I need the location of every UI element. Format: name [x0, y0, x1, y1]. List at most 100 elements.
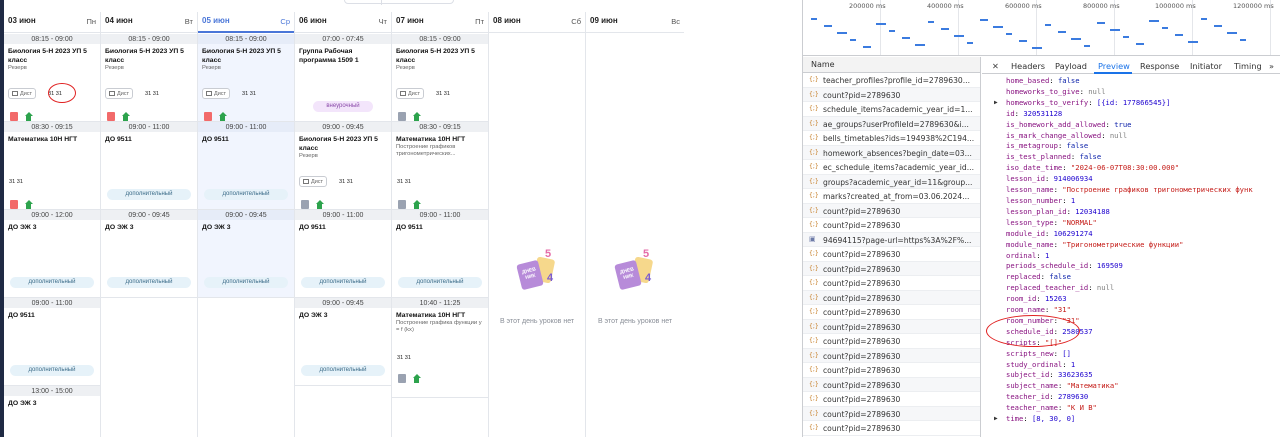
close-icon[interactable]: ✕ — [992, 61, 999, 71]
timeline-bar — [1045, 24, 1051, 26]
request-row[interactable]: ae_groups?userProfileId=2789630&i... — [803, 116, 980, 131]
home-icon[interactable] — [218, 112, 227, 121]
homework-icon[interactable] — [301, 200, 309, 209]
request-row[interactable]: count?pid=2789630 — [803, 247, 980, 262]
json-line: subject_name: "Математика" — [982, 381, 1280, 392]
more-tabs-icon[interactable]: » — [1269, 61, 1274, 71]
home-icon[interactable] — [24, 200, 33, 209]
lesson-card[interactable]: 09:00 - 09:45 ДО ЭЖ 3 дополнительный — [198, 210, 294, 298]
json-separator: : — [1036, 250, 1045, 260]
timeline-bar — [850, 39, 856, 41]
lesson-card[interactable]: 09:00 - 11:00 ДО 9511 дополнительный — [295, 210, 391, 298]
home-icon[interactable] — [412, 112, 421, 121]
request-row[interactable]: count?pid=2789630 — [803, 334, 980, 349]
request-row[interactable]: count?pid=2789630 — [803, 290, 980, 305]
lesson-card[interactable]: 08:15 - 09:00 Биология 5-Н 2023 УП 5 кла… — [392, 34, 488, 122]
request-row[interactable]: count?pid=2789630 — [803, 218, 980, 233]
json-key: module_name — [1006, 239, 1054, 249]
distance-badge[interactable]: Дист — [8, 88, 37, 99]
timeline-bar — [1110, 29, 1120, 31]
day-header[interactable]: 09 июн Вс — [586, 12, 684, 33]
day-header-selected[interactable]: 05 июн Ср — [198, 12, 294, 33]
homework-icon[interactable] — [398, 374, 406, 384]
tab-headers[interactable]: Headers — [1011, 61, 1045, 71]
request-row[interactable]: count?pid=2789630 — [803, 348, 980, 363]
tab-response[interactable]: Response — [1140, 61, 1179, 71]
day-header[interactable]: 03 июн Пн — [4, 12, 100, 33]
tab-payload[interactable]: Payload — [1055, 61, 1087, 71]
json-key: scripts_new — [1006, 348, 1054, 358]
request-row[interactable]: count?pid=2789630 — [803, 87, 980, 102]
homework-icon[interactable] — [10, 112, 18, 121]
active-tab-indicator — [1094, 72, 1132, 74]
distance-badge[interactable]: Дист — [299, 176, 328, 187]
json-value: "К И В" — [1066, 403, 1097, 413]
home-icon[interactable] — [412, 200, 421, 209]
lesson-card[interactable]: 08:15 - 09:00 Биология 5-Н 2023 УП 5 кла… — [4, 34, 100, 122]
distance-badge[interactable]: Дист — [105, 88, 134, 99]
request-row[interactable]: count?pid=2789630 — [803, 421, 980, 436]
tab-timing[interactable]: Timing — [1234, 61, 1262, 71]
date-switcher[interactable] — [344, 0, 454, 5]
request-row[interactable]: count?pid=2789630 — [803, 377, 980, 392]
lesson-card[interactable]: 09:00 - 11:00 ДО 9511 дополнительный — [101, 122, 197, 210]
tab-initiator[interactable]: Initiator — [1190, 61, 1222, 71]
json-key: is_mark_change_allowed — [1006, 130, 1102, 140]
request-row[interactable]: marks?created_at_from=03.06.2024... — [803, 189, 980, 204]
request-row[interactable]: ec_schedule_items?academic_year_id... — [803, 160, 980, 175]
lesson-card[interactable]: 10:40 - 11:25 Математика 10Н НГТ Построе… — [392, 298, 488, 398]
lesson-card[interactable]: 09:00 - 09:45 ДО ЭЖ 3 дополнительный — [101, 210, 197, 298]
lesson-card[interactable]: 09:00 - 12:00 ДО ЭЖ 3 дополнительный — [4, 210, 100, 298]
request-row[interactable]: teacher_profiles?profile_id=2789630... — [803, 73, 980, 88]
distance-badge[interactable]: Дист — [396, 88, 425, 99]
homework-icon[interactable] — [204, 112, 212, 121]
day-header[interactable]: 06 июн Чт — [295, 12, 391, 33]
request-row[interactable]: count?pid=2789630 — [803, 276, 980, 291]
lesson-card[interactable]: 08:15 - 09:00 Биология 5-Н 2023 УП 5 кла… — [198, 34, 294, 122]
request-row[interactable]: count?pid=2789630 — [803, 392, 980, 407]
json-value: 320531128 — [1023, 108, 1063, 118]
name-column-header[interactable]: Name — [803, 57, 980, 73]
request-row[interactable]: count?pid=2789630 — [803, 363, 980, 378]
day-header[interactable]: 04 июн Вт — [101, 12, 197, 33]
lesson-card[interactable]: 08:15 - 09:00 Биология 5-Н 2023 УП 5 кла… — [101, 34, 197, 122]
request-row[interactable]: bells_timetables?ids=194938%2C194... — [803, 131, 980, 146]
day-header[interactable]: 07 июн Пт — [392, 12, 488, 33]
home-icon[interactable] — [412, 374, 421, 384]
homework-icon[interactable] — [398, 112, 406, 121]
day-header[interactable]: 08 июн Сб — [489, 12, 585, 33]
day-weekday: Ср — [280, 17, 290, 26]
lesson-card[interactable]: 09:00 - 11:00 ДО 9511 дополнительный — [198, 122, 294, 210]
network-timeline[interactable]: 200000 ms 400000 ms 600000 ms 800000 ms … — [803, 0, 1280, 56]
request-row[interactable]: count?pid=2789630 — [803, 305, 980, 320]
timeline-tick: 1200000 ms — [1233, 2, 1274, 10]
lesson-card[interactable]: 08:30 - 09:15 Математика 10Н НГТ Построе… — [392, 122, 488, 210]
distance-badge[interactable]: Дист — [202, 88, 231, 99]
request-row[interactable]: groups?academic_year_id=11&group... — [803, 174, 980, 189]
json-line[interactable]: homeworks_to_verify: [{id: 177866545}] — [982, 98, 1280, 109]
request-row[interactable]: count?pid=2789630 — [803, 406, 980, 421]
lesson-card[interactable]: 09:00 - 11:00 ДО 9511 дополнительный — [392, 210, 488, 298]
json-line[interactable]: time: [8, 30, 0] — [982, 414, 1280, 425]
lesson-card[interactable]: 07:00 - 07:45 Группа Рабочая программа 1… — [295, 34, 391, 122]
request-row[interactable]: schedule_items?academic_year_id=1... — [803, 102, 980, 117]
lesson-time: 09:00 - 09:45 — [101, 210, 197, 220]
homework-icon[interactable] — [107, 112, 115, 121]
homework-icon[interactable] — [398, 200, 406, 209]
request-row[interactable]: count?pid=2789630 — [803, 203, 980, 218]
home-icon[interactable] — [315, 200, 324, 209]
lesson-card[interactable]: 09:00 - 09:45 Биология 5-Н 2023 УП 5 кла… — [295, 122, 391, 210]
lesson-card[interactable]: 08:30 - 09:15 Математика 10Н НГТ 31 31 — [4, 122, 100, 210]
request-row[interactable]: homework_absences?begin_date=03... — [803, 145, 980, 160]
home-icon[interactable] — [24, 112, 33, 121]
homework-icon[interactable] — [10, 200, 18, 209]
home-icon[interactable] — [121, 112, 130, 121]
lesson-room: 31 31 — [397, 355, 411, 361]
request-row[interactable]: count?pid=2789630 — [803, 261, 980, 276]
request-row[interactable]: 94694115?page-url=https%3A%2F%... — [803, 232, 980, 247]
lesson-card[interactable]: 13:00 - 15:00 ДО ЭЖ 3 — [4, 386, 100, 437]
lesson-card[interactable]: 09:00 - 09:45 ДО ЭЖ 3 дополнительный — [295, 298, 391, 386]
tab-preview[interactable]: Preview — [1098, 61, 1130, 71]
request-row[interactable]: count?pid=2789630 — [803, 319, 980, 334]
lesson-card[interactable]: 09:00 - 11:00 ДО 9511 дополнительный — [4, 298, 100, 386]
